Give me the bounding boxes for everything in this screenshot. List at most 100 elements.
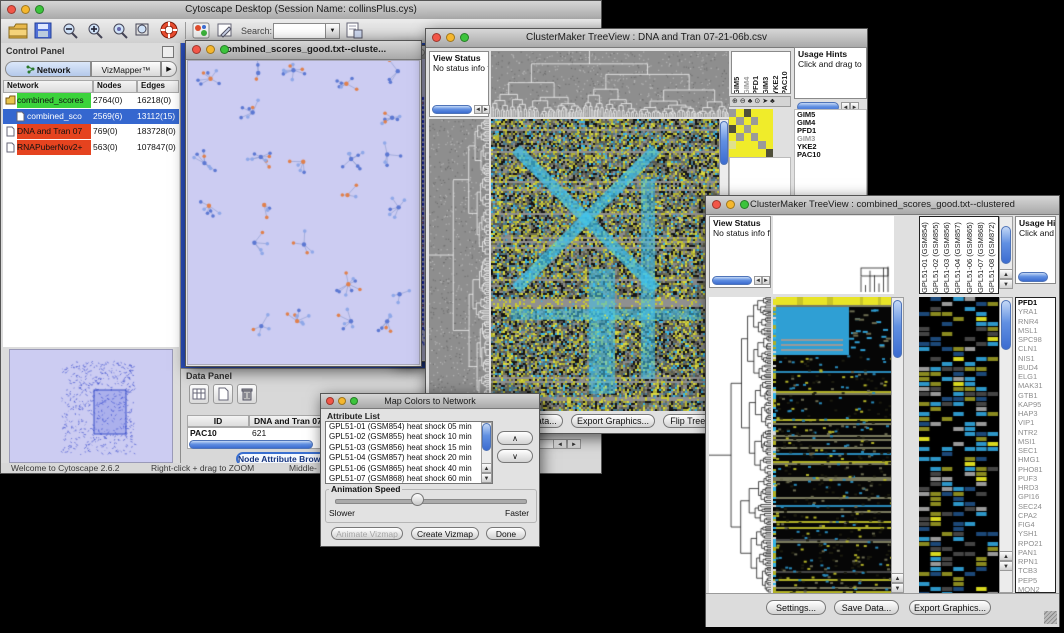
gene-label[interactable]: GPI16 bbox=[1016, 492, 1055, 501]
gene-label[interactable]: GTB1 bbox=[1016, 391, 1055, 400]
matrix-cell[interactable] bbox=[766, 141, 773, 149]
tv2-export-graphics-button[interactable]: Export Graphics... bbox=[909, 600, 991, 615]
minimize-button[interactable] bbox=[338, 397, 346, 405]
matrix-cell[interactable] bbox=[766, 149, 773, 157]
matrix-cell[interactable] bbox=[758, 149, 765, 157]
gene-label[interactable]: BUD4 bbox=[1016, 363, 1055, 372]
close-button[interactable] bbox=[432, 33, 441, 42]
network-overview[interactable] bbox=[9, 349, 173, 463]
tv2-zoom-heatmap[interactable] bbox=[919, 297, 999, 593]
main-titlebar[interactable]: Cytoscape Desktop (Session Name: collins… bbox=[1, 1, 601, 20]
col-header-nodes[interactable]: Nodes bbox=[93, 80, 137, 93]
gene-label[interactable]: RNR4 bbox=[1016, 317, 1055, 326]
data-panel-hscrollbar[interactable] bbox=[189, 440, 313, 449]
matrix-tool-icon[interactable]: ➤ bbox=[762, 97, 768, 106]
matrix-cell[interactable] bbox=[751, 117, 758, 125]
matrix-tool-icon[interactable]: ⊖ bbox=[740, 97, 746, 106]
done-button[interactable]: Done bbox=[486, 527, 526, 540]
matrix-cell[interactable] bbox=[744, 117, 751, 125]
attr-scroll-up[interactable]: ▲ bbox=[481, 463, 492, 473]
attribute-list-item[interactable]: GPL51-04 (GSM857) heat shock 20 min bbox=[326, 453, 492, 463]
matrix-cell[interactable] bbox=[744, 149, 751, 157]
tab-vizmapper[interactable]: VizMapper™ bbox=[91, 61, 161, 77]
close-button[interactable] bbox=[7, 5, 16, 14]
tv2-row-dendrogram[interactable] bbox=[709, 297, 771, 593]
matrix-cell[interactable] bbox=[751, 133, 758, 141]
new-file-icon[interactable] bbox=[213, 384, 233, 404]
gene-label[interactable]: PUF3 bbox=[1016, 474, 1055, 483]
tv2-status-left-arrow[interactable]: ◄ bbox=[754, 276, 762, 285]
tab-overflow-arrow[interactable]: ▶ bbox=[161, 61, 177, 77]
matrix-cell[interactable] bbox=[729, 141, 736, 149]
array-label[interactable]: GPL51-07 (GSM868) bbox=[976, 217, 987, 294]
matrix-cell[interactable] bbox=[736, 117, 743, 125]
gene-label[interactable]: NTR2 bbox=[1016, 428, 1055, 437]
help-lifebuoy-icon[interactable] bbox=[160, 21, 179, 45]
network-overview-canvas[interactable] bbox=[10, 350, 172, 462]
close-button[interactable] bbox=[712, 200, 721, 209]
gene-label[interactable]: VIP1 bbox=[1016, 418, 1055, 427]
network-row[interactable]: DNA and Tran 07769(0)183728(0) bbox=[3, 124, 179, 140]
matrix-cell[interactable] bbox=[758, 133, 765, 141]
gene-label[interactable]: CLN1 bbox=[1016, 344, 1055, 353]
gene-label[interactable]: MSL1 bbox=[1016, 326, 1055, 335]
tv1-column-label[interactable]: GIM5 bbox=[732, 52, 742, 94]
matrix-cell[interactable] bbox=[758, 109, 765, 117]
matrix-cell[interactable] bbox=[729, 125, 736, 133]
tv2-usage-scrollbar[interactable] bbox=[1018, 272, 1048, 282]
gene-label[interactable]: MAK31 bbox=[1016, 381, 1055, 390]
close-button[interactable] bbox=[326, 397, 334, 405]
delete-trash-icon[interactable] bbox=[237, 384, 257, 404]
animate-vizmap-button[interactable]: Animate Vizmap bbox=[331, 527, 403, 540]
zoom-button[interactable] bbox=[460, 33, 469, 42]
create-vizmap-button[interactable]: Create Vizmap bbox=[411, 527, 479, 540]
minimize-button[interactable] bbox=[446, 33, 455, 42]
gene-label[interactable]: MON2 bbox=[1016, 585, 1055, 593]
network1-canvas[interactable] bbox=[188, 61, 419, 364]
attribute-list-item[interactable]: GPL51-02 (GSM855) heat shock 10 min bbox=[326, 432, 492, 442]
zoom-button[interactable] bbox=[35, 5, 44, 14]
gene-label[interactable]: SPC98 bbox=[1016, 335, 1055, 344]
gene-label[interactable]: YSH1 bbox=[1016, 529, 1055, 538]
gene-label[interactable]: MSI1 bbox=[1016, 437, 1055, 446]
array-label[interactable]: GPL51-06 (GSM865) bbox=[965, 217, 976, 294]
zoom-button[interactable] bbox=[350, 397, 358, 405]
gene-label[interactable]: ELG1 bbox=[1016, 372, 1055, 381]
array-label[interactable]: GPL51-01 (GSM854) bbox=[920, 217, 931, 294]
search-dropdown-button[interactable]: ▼ bbox=[325, 23, 340, 39]
tv1-heatmap-vscroll-thumb[interactable] bbox=[720, 121, 728, 165]
network1-canvas-bg[interactable] bbox=[187, 60, 420, 365]
tv2-heatmap-scroll-up[interactable]: ▲ bbox=[891, 573, 904, 583]
gene-label[interactable]: HAP3 bbox=[1016, 409, 1055, 418]
tv1-matrix-row-label[interactable]: PAC10 bbox=[795, 151, 866, 159]
tv2-save-data-button[interactable]: Save Data... bbox=[834, 600, 899, 615]
matrix-cell[interactable] bbox=[736, 125, 743, 133]
tv2-gene-scroll-down[interactable]: ▼ bbox=[999, 561, 1013, 571]
resize-grip[interactable] bbox=[1044, 611, 1057, 624]
matrix-cell[interactable] bbox=[751, 109, 758, 117]
gene-label[interactable]: PFD1 bbox=[1016, 298, 1055, 307]
attribute-list[interactable]: GPL51-01 (GSM854) heat shock 05 minGPL51… bbox=[325, 421, 493, 484]
array-label[interactable]: GPL51-08 (GSM872) bbox=[987, 217, 998, 294]
minimize-button[interactable] bbox=[21, 5, 30, 14]
tv1-export-graphics-button[interactable]: Export Graphics... bbox=[571, 414, 655, 428]
matrix-cell[interactable] bbox=[744, 109, 751, 117]
matrix-cell[interactable] bbox=[766, 133, 773, 141]
matrix-cell[interactable] bbox=[751, 141, 758, 149]
matrix-cell[interactable] bbox=[766, 117, 773, 125]
matrix-cell[interactable] bbox=[736, 141, 743, 149]
network1-titlebar[interactable]: combined_scores_good.txt--cluste... bbox=[186, 41, 421, 60]
gene-label[interactable]: YRA1 bbox=[1016, 307, 1055, 316]
col-header-edges[interactable]: Edges bbox=[137, 80, 179, 93]
attribute-list-vscroll-thumb[interactable] bbox=[482, 423, 491, 451]
tv1-column-label[interactable]: PAC10 bbox=[780, 52, 790, 94]
speed-slider-thumb[interactable] bbox=[411, 493, 424, 506]
tv2-heatmap-scroll-down[interactable]: ▼ bbox=[891, 583, 904, 593]
matrix-cell[interactable] bbox=[758, 117, 765, 125]
attr-scroll-down[interactable]: ▼ bbox=[481, 473, 492, 483]
search-input[interactable] bbox=[273, 23, 327, 39]
tv1-status-right-arrow[interactable]: ► bbox=[482, 105, 490, 114]
minimize-button[interactable] bbox=[206, 45, 215, 54]
matrix-cell[interactable] bbox=[751, 149, 758, 157]
network-row[interactable]: combined_scores2764(0)16218(0) bbox=[3, 93, 179, 109]
